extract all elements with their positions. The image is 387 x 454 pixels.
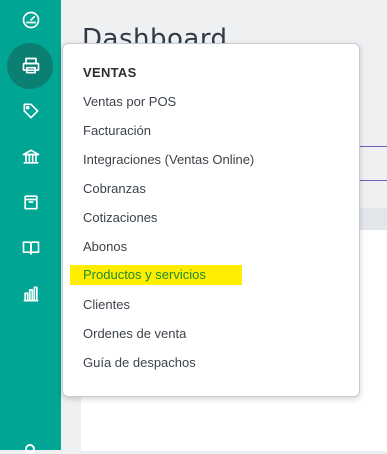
divider-line [357,180,387,181]
sidebar [0,0,61,454]
sidebar-item-ventas[interactable] [0,43,61,89]
menu-item-facturacion[interactable]: Facturación [83,121,151,141]
bar-chart-icon [23,286,39,302]
menu-item-cobranzas[interactable]: Cobranzas [83,179,146,199]
printer-icon [22,57,39,74]
speedometer-icon [22,11,39,29]
sidebar-item-bank[interactable] [0,137,61,177]
box-icon [23,195,38,210]
bank-icon [22,149,39,164]
menu-item-clientes[interactable]: Clientes [83,295,130,315]
tag-icon [23,103,39,119]
ventas-dropdown-menu: VENTAS Ventas por POS Facturación Integr… [62,43,360,397]
menu-item-productos-servicios[interactable]: Productos y servicios [70,265,242,285]
menu-item-abonos[interactable]: Abonos [83,237,127,257]
sidebar-item-reports[interactable] [0,274,61,314]
menu-item-integraciones[interactable]: Integraciones (Ventas Online) [83,150,254,170]
menu-item-ventas-pos[interactable]: Ventas por POS [83,92,176,112]
book-icon [22,241,39,255]
menu-item-cotizaciones[interactable]: Cotizaciones [83,208,157,228]
sidebar-item-dashboard[interactable] [0,0,61,40]
user-status-icon[interactable] [25,444,35,454]
divider-line [357,146,387,147]
sidebar-item-inventory[interactable] [0,182,61,222]
menu-item-guia-despachos[interactable]: Guía de despachos [83,353,196,373]
menu-heading: VENTAS [83,65,137,80]
sidebar-item-tags[interactable] [0,91,61,131]
sidebar-item-accounting[interactable] [0,228,61,268]
menu-item-ordenes-venta[interactable]: Ordenes de venta [83,324,186,344]
